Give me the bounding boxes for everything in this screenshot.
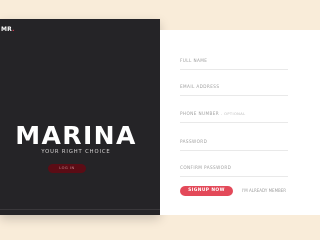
logo[interactable]: MR. <box>1 27 15 33</box>
logo-text: MR <box>1 26 13 33</box>
already-member-link[interactable]: I'M ALREADY MEMBER <box>242 189 286 193</box>
password-field[interactable]: PASSWORD <box>180 139 288 151</box>
panel-divider <box>0 209 160 210</box>
full-name-label: FULL NAME <box>180 58 208 63</box>
confirm-password-label: CONFIRM PASSWORD <box>180 165 232 170</box>
signup-button[interactable]: SIGNUP NOW <box>180 186 233 196</box>
brand-title: MARINA <box>15 121 137 150</box>
phone-field[interactable]: PHONE NUMBER - OPTIONAL <box>180 111 288 123</box>
optional-hint: - OPTIONAL <box>220 112 246 116</box>
login-button[interactable]: LOG IN <box>48 164 86 173</box>
email-field[interactable]: EMAIL ADDRESS <box>180 84 288 96</box>
email-label: EMAIL ADDRESS <box>180 84 220 89</box>
confirm-password-field[interactable]: CONFIRM PASSWORD <box>180 165 288 177</box>
form-panel: FULL NAME EMAIL ADDRESS PHONE NUMBER - O… <box>160 30 320 215</box>
logo-dot: . <box>12 26 15 33</box>
brand-tagline: YOUR RIGHT CHOICE <box>41 149 111 155</box>
brand-panel: MR. MARINA YOUR RIGHT CHOICE LOG IN <box>0 19 160 215</box>
phone-label: PHONE NUMBER - OPTIONAL <box>180 111 246 116</box>
page-background: MR. MARINA YOUR RIGHT CHOICE LOG IN FULL… <box>0 0 320 240</box>
signup-card: MR. MARINA YOUR RIGHT CHOICE LOG IN FULL… <box>0 19 320 215</box>
password-label: PASSWORD <box>180 139 208 144</box>
full-name-field[interactable]: FULL NAME <box>180 58 288 70</box>
